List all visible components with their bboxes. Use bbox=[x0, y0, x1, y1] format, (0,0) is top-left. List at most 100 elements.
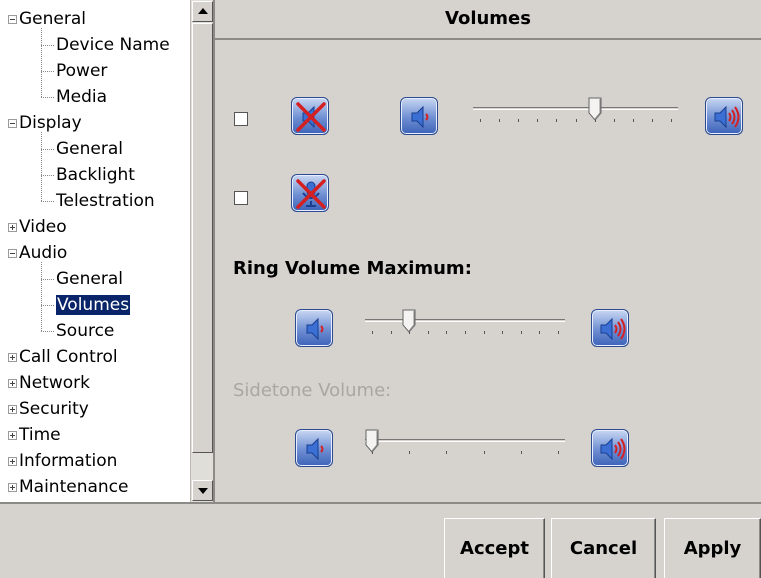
slider-tick bbox=[465, 331, 466, 334]
scroll-thumb[interactable] bbox=[192, 23, 213, 453]
expand-icon[interactable] bbox=[8, 223, 17, 232]
microphone-muted-icon[interactable] bbox=[291, 174, 329, 212]
slider-tick bbox=[446, 331, 448, 334]
collapse-icon[interactable] bbox=[8, 249, 17, 258]
tree-item-label: Information bbox=[19, 451, 118, 471]
tree-node[interactable]: Call Control bbox=[8, 344, 118, 370]
slider-tick bbox=[558, 451, 559, 454]
slider-tick bbox=[651, 119, 653, 122]
slider-track bbox=[365, 319, 565, 322]
sidetone-volume-low-icon[interactable] bbox=[295, 429, 333, 467]
slider-thumb[interactable] bbox=[588, 97, 602, 121]
tree-leaf[interactable]: Device Name bbox=[56, 32, 170, 58]
tree-node[interactable]: General bbox=[8, 6, 86, 32]
dialog-footer: Accept Cancel Apply bbox=[0, 502, 761, 578]
tree-item-label: Power bbox=[56, 61, 108, 81]
tree-item-label: Device Name bbox=[56, 35, 170, 55]
slider-thumb[interactable] bbox=[402, 309, 416, 333]
cancel-button[interactable]: Cancel bbox=[551, 518, 656, 578]
slider-tick bbox=[518, 119, 520, 122]
volumes-panel: Volumes Ring Volume Maximum: Sidetone Vo… bbox=[215, 0, 761, 502]
slider-tick bbox=[390, 331, 392, 334]
slider-tick bbox=[539, 331, 541, 334]
speaker-mute-checkbox[interactable] bbox=[234, 112, 248, 126]
tree-leaf[interactable]: General bbox=[56, 136, 123, 162]
tree-connector bbox=[41, 45, 54, 46]
tree-node[interactable]: Video bbox=[8, 214, 67, 240]
tree-connector bbox=[41, 71, 54, 72]
volume-low-icon[interactable] bbox=[400, 97, 438, 135]
tree-connector bbox=[41, 305, 54, 306]
settings-tree-panel: General Device Name Power Media Display Gener… bbox=[0, 0, 215, 502]
speaker-muted-icon[interactable] bbox=[291, 97, 329, 135]
tree-node[interactable]: Security bbox=[8, 396, 89, 422]
slider-thumb[interactable] bbox=[365, 429, 379, 453]
slider-tick bbox=[483, 451, 485, 454]
collapse-icon[interactable] bbox=[8, 119, 17, 128]
expand-icon[interactable] bbox=[8, 483, 17, 492]
tree-leaf[interactable]: General bbox=[56, 266, 123, 292]
tree-item-label: Source bbox=[56, 321, 115, 341]
tree-item-label: Backlight bbox=[56, 165, 135, 185]
tree-leaf[interactable]: Telestration bbox=[56, 188, 155, 214]
slider-tick bbox=[480, 119, 481, 122]
slider-tick bbox=[409, 451, 411, 454]
tree-item-label: Network bbox=[19, 373, 90, 393]
expand-icon[interactable] bbox=[8, 353, 17, 362]
ring-volume-low-icon[interactable] bbox=[295, 309, 333, 347]
slider-tick bbox=[613, 119, 615, 122]
slider-tick bbox=[483, 331, 485, 334]
ring-volume-label: Ring Volume Maximum: bbox=[233, 258, 472, 279]
tree-node[interactable]: Information bbox=[8, 448, 117, 474]
tree-item-label: Security bbox=[19, 399, 89, 419]
tree-item-label: Time bbox=[19, 425, 61, 445]
slider-tick bbox=[520, 451, 522, 454]
tree-item-label: General bbox=[19, 9, 86, 29]
tree-node[interactable]: Display bbox=[8, 110, 82, 136]
slider-tick bbox=[446, 451, 448, 454]
expand-icon[interactable] bbox=[8, 379, 17, 388]
tree-item-label: Call Control bbox=[19, 347, 118, 367]
expand-icon[interactable] bbox=[8, 405, 17, 414]
slider-tick bbox=[632, 119, 634, 122]
microphone-mute-checkbox[interactable] bbox=[234, 191, 248, 205]
expand-icon[interactable] bbox=[8, 457, 17, 466]
tree-connector bbox=[41, 331, 54, 332]
tree-item-label: Volumes bbox=[56, 295, 131, 315]
tree-item-label: Media bbox=[56, 87, 108, 107]
sidetone-volume-high-icon[interactable] bbox=[591, 429, 629, 467]
tree-leaf[interactable]: Source bbox=[56, 318, 114, 344]
page-title: Volumes bbox=[215, 0, 761, 40]
expand-icon[interactable] bbox=[8, 431, 17, 440]
tree-connector bbox=[41, 262, 42, 331]
sidetone-volume-slider[interactable] bbox=[365, 429, 565, 459]
tree-leaf[interactable]: Backlight bbox=[56, 162, 135, 188]
tree-scrollbar[interactable] bbox=[190, 0, 213, 502]
scroll-down-icon[interactable] bbox=[192, 480, 213, 501]
slider-tick bbox=[671, 119, 672, 122]
tree-connector bbox=[41, 28, 42, 97]
tree-leaf[interactable]: Media bbox=[56, 84, 107, 110]
tree-node[interactable]: Maintenance bbox=[8, 474, 128, 500]
tree-node[interactable]: Audio bbox=[8, 240, 67, 266]
tree-node[interactable]: Network bbox=[8, 370, 90, 396]
ring-volume-slider[interactable] bbox=[365, 309, 565, 339]
tree-leaf[interactable]: Volumes bbox=[56, 292, 131, 318]
apply-button[interactable]: Apply bbox=[664, 518, 761, 578]
accept-button[interactable]: Accept bbox=[444, 518, 545, 578]
slider-track bbox=[365, 439, 565, 442]
tree-item-label: General bbox=[56, 269, 123, 289]
tree-node[interactable]: Time bbox=[8, 422, 61, 448]
settings-tree: General Device Name Power Media Display Gener… bbox=[0, 0, 190, 502]
scroll-up-icon[interactable] bbox=[192, 1, 213, 22]
collapse-icon[interactable] bbox=[8, 15, 17, 24]
tree-connector bbox=[41, 201, 54, 202]
slider-tick bbox=[520, 331, 522, 334]
speaker-volume-slider[interactable] bbox=[473, 97, 678, 127]
volume-high-icon[interactable] bbox=[705, 97, 743, 135]
tree-leaf[interactable]: Power bbox=[56, 58, 107, 84]
slider-track bbox=[473, 107, 678, 110]
ring-volume-high-icon[interactable] bbox=[591, 309, 629, 347]
tree-item-label: Audio bbox=[19, 243, 68, 263]
slider-tick bbox=[372, 331, 373, 334]
